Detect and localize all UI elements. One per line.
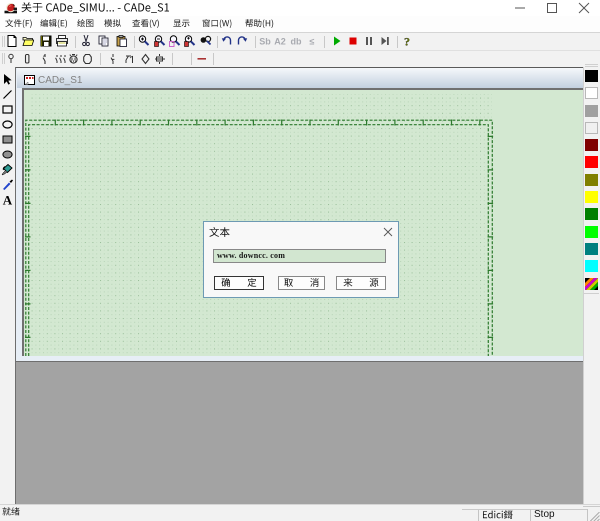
svg-text:?: ?	[404, 35, 410, 47]
svg-text:≤: ≤	[310, 37, 315, 47]
svg-text:A: A	[3, 193, 13, 206]
svg-text:Sb: Sb	[259, 37, 271, 47]
svg-text:A2: A2	[274, 37, 286, 47]
svg-text:db: db	[291, 37, 302, 47]
svg-text:M: M	[71, 58, 76, 64]
